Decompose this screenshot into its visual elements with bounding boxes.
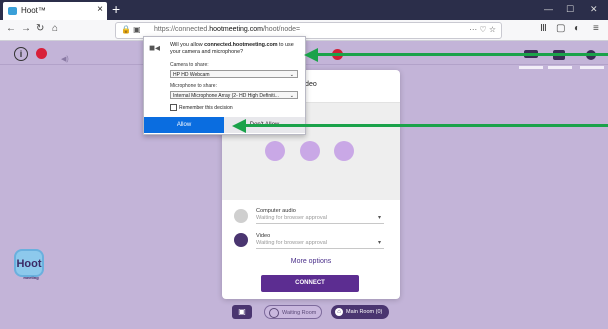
- annotation-arrowhead-icon: [304, 48, 318, 62]
- video-select-underline[interactable]: [256, 248, 384, 249]
- microphone-select[interactable]: Internal Microphone Array (2- HD High De…: [170, 91, 298, 99]
- forward-icon[interactable]: →: [21, 23, 31, 34]
- camera-label: Camera to share:: [170, 62, 209, 68]
- new-tab-button[interactable]: +: [112, 1, 120, 17]
- extension-icon[interactable]: ◐: [574, 23, 580, 34]
- camera-icon: [234, 233, 248, 247]
- loading-dot: [265, 141, 285, 161]
- audio-status: Waiting for browser approval: [256, 215, 327, 221]
- remember-decision-checkbox[interactable]: Remember this decision: [170, 104, 233, 111]
- maximize-icon[interactable]: ☐: [566, 4, 574, 15]
- annotation-arrow-line: [245, 124, 608, 127]
- audio-title: Computer audio: [256, 208, 296, 214]
- microphone-icon: [234, 209, 248, 223]
- tab-title: Hoot™: [21, 6, 46, 15]
- menu-icon[interactable]: ≡: [593, 23, 599, 34]
- chat-indicator: [548, 66, 572, 69]
- close-window-icon[interactable]: ✕: [590, 4, 598, 15]
- allow-button[interactable]: Allow: [144, 117, 224, 133]
- tab-close-icon[interactable]: ×: [97, 4, 103, 15]
- video-status: Waiting for browser approval: [256, 240, 327, 246]
- reload-icon[interactable]: ↻: [36, 23, 44, 34]
- permission-prompt: ■◂ Will you allow connected.hootmeeting.…: [143, 36, 306, 135]
- video-dropdown-icon[interactable]: ▾: [378, 239, 381, 246]
- sidebar-icon[interactable]: ▢: [556, 23, 565, 34]
- audio-dropdown-icon[interactable]: ▾: [378, 214, 381, 221]
- browser-tab-bar: Hoot™ × + — ☐ ✕: [0, 0, 608, 20]
- annotation-arrow-line: [316, 53, 608, 56]
- video-title: Video: [256, 233, 271, 239]
- loading-dot: [334, 141, 354, 161]
- lock-room-button[interactable]: ▣: [232, 305, 252, 319]
- lock-icon[interactable]: 🔒 ▣: [121, 25, 141, 34]
- permission-question: Will you allow connected.hootmeeting.com…: [170, 42, 294, 55]
- waiting-room-button[interactable]: Waiting Room: [264, 305, 322, 319]
- chevron-down-icon: ⌄: [289, 93, 294, 99]
- chevron-down-icon: ⌄: [289, 72, 294, 78]
- checkbox-icon: [170, 104, 177, 111]
- browser-tab[interactable]: Hoot™ ×: [3, 2, 107, 20]
- camera-permission-icon: ■◂: [149, 43, 161, 54]
- minimize-icon[interactable]: —: [544, 4, 553, 14]
- hoot-favicon-icon: [8, 7, 17, 15]
- back-icon[interactable]: ←: [6, 23, 16, 34]
- loading-dot: [300, 141, 320, 161]
- hoot-logo: Hoot meeting: [14, 249, 44, 280]
- info-icon[interactable]: i: [14, 47, 28, 61]
- clock-icon: [269, 307, 279, 318]
- audio-select-underline[interactable]: [256, 223, 384, 224]
- record-icon[interactable]: [36, 48, 47, 59]
- connect-button[interactable]: CONNECT: [261, 275, 359, 292]
- participants-indicator: [519, 66, 543, 69]
- more-options-link[interactable]: More options: [222, 258, 400, 265]
- page-actions-icon[interactable]: ··· ♡ ☆: [469, 25, 496, 34]
- url-text: https://connected.hootmeeting.com/hoot/n…: [154, 26, 301, 33]
- camera-select[interactable]: HP HD Webcam ⌄: [170, 70, 298, 78]
- volume-icon[interactable]: ◀): [61, 55, 69, 63]
- microphone-label: Microphone to share:: [170, 83, 217, 89]
- main-room-button[interactable]: ⌂ Main Room (0): [331, 305, 389, 319]
- home-icon[interactable]: ⌂: [52, 23, 58, 34]
- library-icon[interactable]: Ⅲ: [540, 23, 547, 34]
- annotation-arrowhead-icon: [232, 119, 246, 133]
- settings-indicator: [580, 66, 604, 69]
- home-icon: ⌂: [335, 307, 343, 316]
